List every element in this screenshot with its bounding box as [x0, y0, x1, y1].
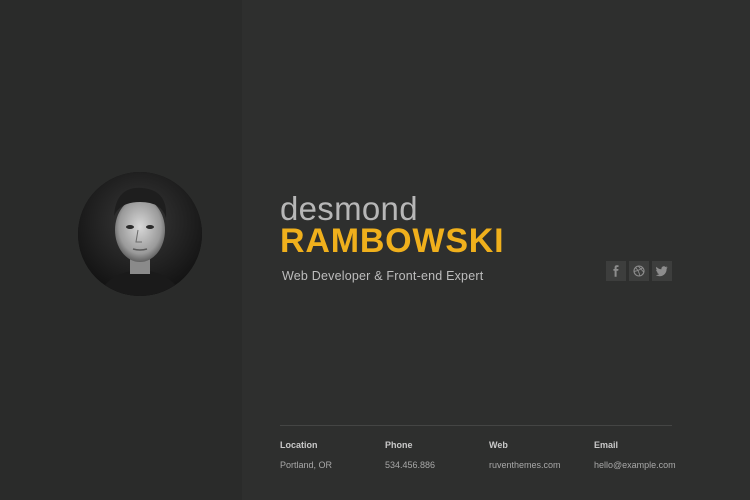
divider — [280, 425, 672, 426]
location-label: Location — [280, 440, 318, 450]
dribbble-icon — [633, 265, 645, 277]
web-link[interactable]: ruventhemes.com — [489, 460, 561, 470]
contact-web: Web ruventhemes.com — [489, 440, 561, 470]
contact-location: Location Portland, OR — [280, 440, 332, 470]
contact-phone: Phone 534.456.886 — [385, 440, 435, 470]
profile-photo — [78, 172, 202, 296]
dribbble-button[interactable] — [629, 261, 649, 281]
avatar — [78, 172, 202, 296]
phone-label: Phone — [385, 440, 413, 450]
tagline: Web Developer & Front-end Expert — [282, 269, 484, 283]
web-label: Web — [489, 440, 508, 450]
email-label: Email — [594, 440, 619, 450]
twitter-icon — [656, 266, 668, 277]
location-value: Portland, OR — [280, 460, 333, 470]
social-links — [606, 261, 672, 281]
phone-value: 534.456.886 — [385, 460, 436, 470]
last-name: RAMBOWSKI — [280, 222, 505, 260]
facebook-button[interactable] — [606, 261, 626, 281]
twitter-button[interactable] — [652, 261, 672, 281]
contact-email: Email hello@example.com — [594, 440, 676, 470]
facebook-icon — [613, 265, 619, 277]
email-link[interactable]: hello@example.com — [594, 460, 676, 470]
first-name: desmond — [280, 190, 418, 227]
